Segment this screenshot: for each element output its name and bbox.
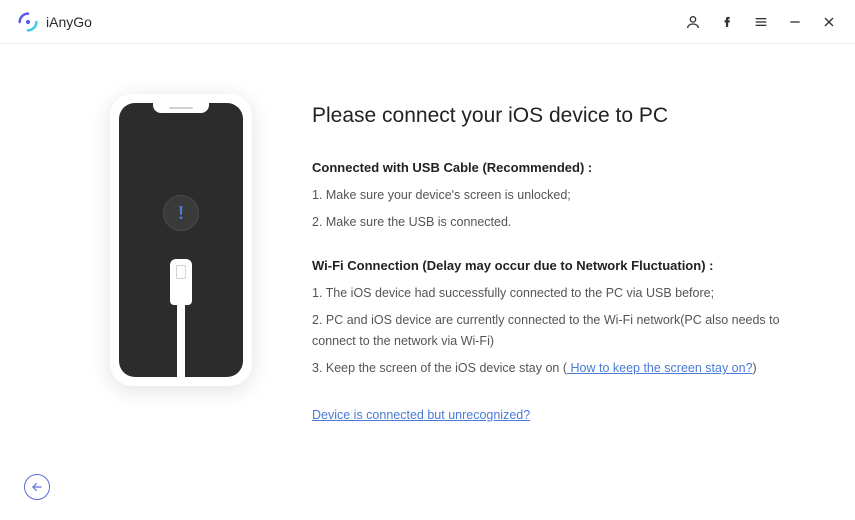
app-title: iAnyGo: [46, 14, 92, 30]
unrecognized-device-link[interactable]: Device is connected but unrecognized?: [312, 408, 530, 422]
instructions-panel: Please connect your iOS device to PC Con…: [312, 94, 795, 424]
device-illustration: !: [60, 94, 252, 424]
titlebar: iAnyGo: [0, 0, 855, 44]
menu-icon[interactable]: [753, 14, 769, 30]
wifi-step-3: 3. Keep the screen of the iOS device sta…: [312, 358, 795, 379]
wifi-step-1: 1. The iOS device had successfully conne…: [312, 283, 795, 304]
usb-step-2: 2. Make sure the USB is connected.: [312, 212, 795, 233]
usb-section-title: Connected with USB Cable (Recommended) :: [312, 160, 795, 175]
keep-screen-on-link[interactable]: How to keep the screen stay on?: [567, 361, 753, 375]
titlebar-controls: [685, 14, 837, 30]
back-button[interactable]: [24, 474, 50, 500]
phone-frame: !: [110, 94, 252, 386]
phone-notch: [153, 103, 209, 113]
wifi-step-3-suffix: ): [753, 361, 757, 375]
user-icon[interactable]: [685, 14, 701, 30]
app-logo-icon: [18, 12, 38, 32]
wifi-step-2: 2. PC and iOS device are currently conne…: [312, 310, 795, 353]
alert-icon: !: [163, 195, 199, 231]
content: ! Please connect your iOS device to PC C…: [0, 44, 855, 424]
phone-screen: !: [119, 103, 243, 377]
page-heading: Please connect your iOS device to PC: [312, 104, 795, 128]
close-icon[interactable]: [821, 14, 837, 30]
usb-step-1: 1. Make sure your device's screen is unl…: [312, 185, 795, 206]
facebook-icon[interactable]: [719, 14, 735, 30]
wifi-section-title: Wi-Fi Connection (Delay may occur due to…: [312, 258, 795, 273]
usb-cable-icon: [166, 259, 196, 377]
titlebar-left: iAnyGo: [18, 12, 92, 32]
wifi-step-3-prefix: 3. Keep the screen of the iOS device sta…: [312, 361, 567, 375]
minimize-icon[interactable]: [787, 14, 803, 30]
